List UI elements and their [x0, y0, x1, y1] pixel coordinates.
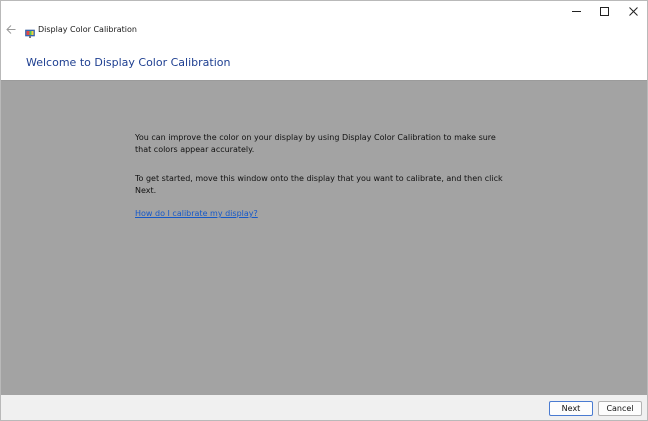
- window-title: Display Color Calibration: [38, 25, 137, 34]
- maximize-button[interactable]: [589, 1, 619, 21]
- page-title: Welcome to Display Color Calibration: [26, 56, 231, 69]
- content-area: You can improve the color on your displa…: [1, 81, 647, 395]
- minimize-button[interactable]: [561, 1, 591, 21]
- next-button[interactable]: Next: [549, 401, 593, 416]
- close-button[interactable]: [618, 1, 647, 21]
- calibration-window: Display Color Calibration Welcome to Dis…: [0, 0, 648, 421]
- instruction-text: To get started, move this window onto th…: [135, 174, 503, 195]
- button-bar: Next Cancel: [1, 395, 647, 420]
- intro-text: You can improve the color on your displa…: [135, 133, 496, 154]
- calibrate-help-link[interactable]: How do I calibrate my display?: [135, 208, 258, 220]
- cancel-button[interactable]: Cancel: [598, 401, 642, 416]
- page-header: Welcome to Display Color Calibration: [1, 43, 647, 81]
- display-calibration-icon: [25, 24, 35, 38]
- minimize-icon: [571, 10, 581, 12]
- close-icon: [628, 6, 638, 16]
- maximize-icon: [599, 6, 609, 16]
- back-arrow-icon[interactable]: [3, 21, 19, 37]
- title-bar: Display Color Calibration: [1, 1, 647, 43]
